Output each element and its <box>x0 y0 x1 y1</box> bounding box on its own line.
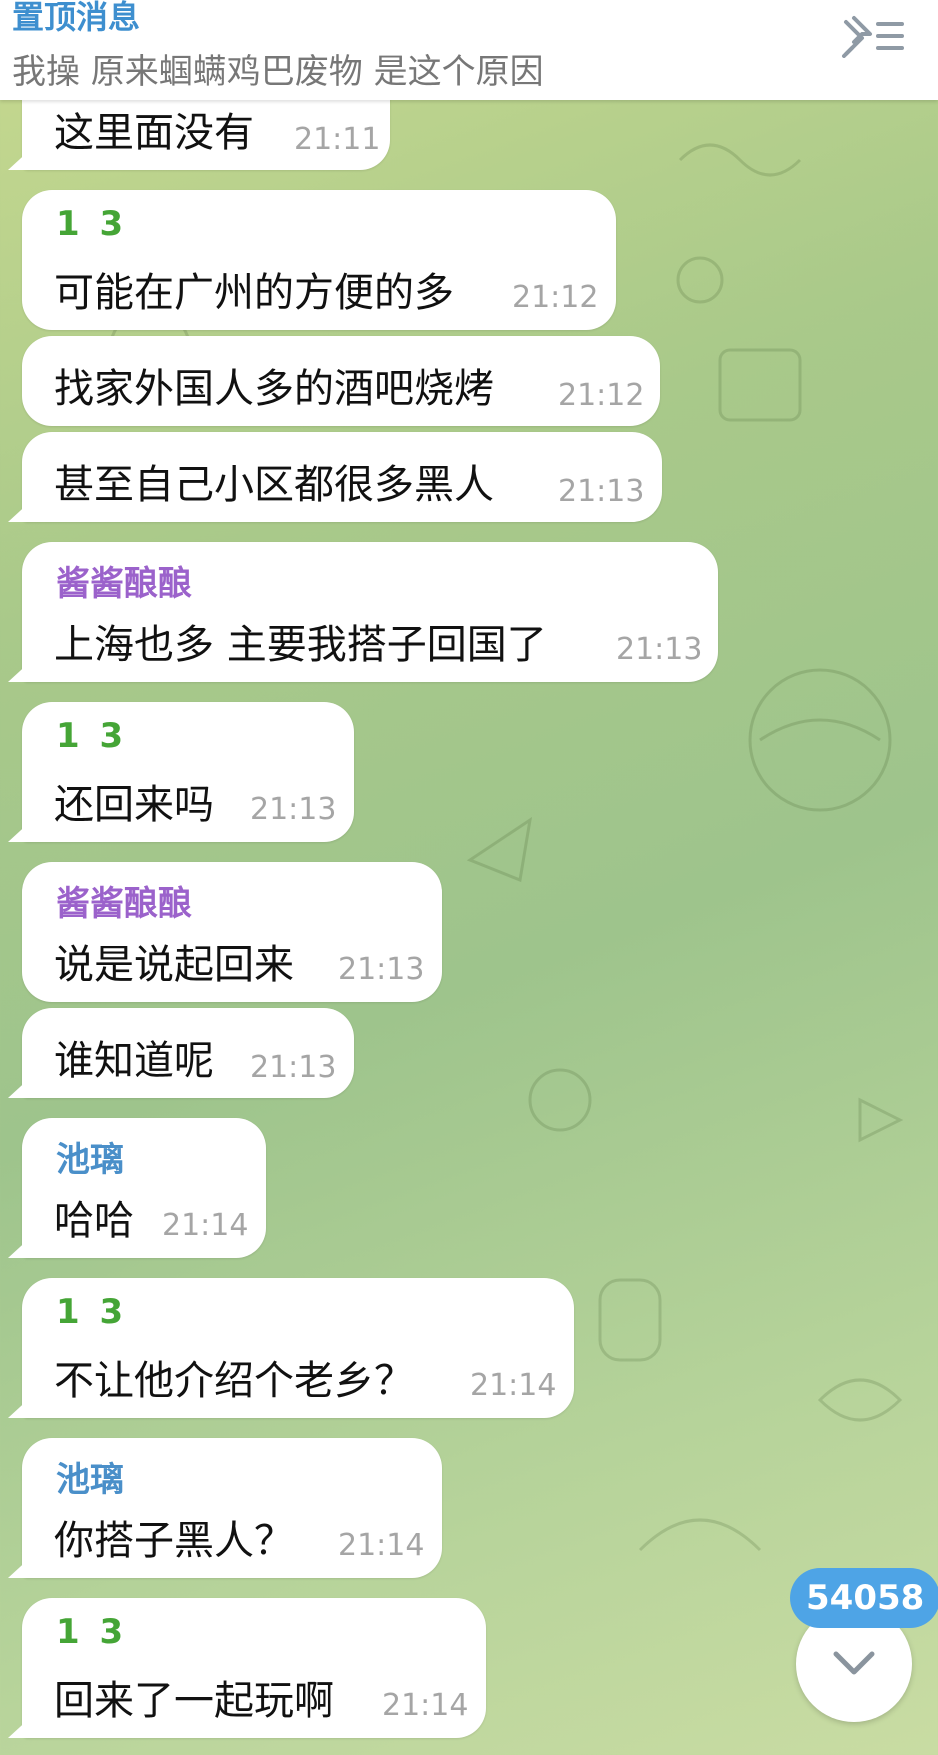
message-sender[interactable]: 1 3 <box>56 1612 127 1652</box>
message-text: 说是说起回来 <box>54 942 294 988</box>
message-text: 找家外国人多的酒吧烧烤 <box>54 366 494 412</box>
message-sender[interactable]: 1 3 <box>56 204 127 244</box>
pinned-message-text: 我操 原来蝈螨鸡巴废物 是这个原因 <box>12 52 544 92</box>
message-sender[interactable]: 酱酱酿酿 <box>56 556 192 605</box>
message-bubble[interactable]: 池璃 哈哈 21:14 <box>22 1118 266 1258</box>
unread-count-badge[interactable]: 54058 <box>790 1568 938 1628</box>
message-sender[interactable]: 池璃 <box>56 1452 124 1501</box>
message-time: 21:13 <box>558 474 645 509</box>
chevron-down-icon <box>833 1651 875 1675</box>
message-bubble[interactable]: 1 3 不让他介绍个老乡？ 21:14 <box>22 1278 574 1418</box>
message-bubble[interactable]: 谁知道呢 21:13 <box>22 1008 354 1098</box>
message-sender[interactable]: 池璃 <box>56 1132 124 1181</box>
message-time: 21:13 <box>250 792 337 827</box>
message-bubble[interactable]: 找家外国人多的酒吧烧烤 21:12 <box>22 336 660 426</box>
message-sender[interactable]: 酱酱酿酿 <box>56 876 192 925</box>
message-text: 你搭子黑人？ <box>54 1518 294 1564</box>
message-text: 哈哈 <box>54 1198 134 1244</box>
message-time: 21:14 <box>382 1688 469 1723</box>
message-text: 上海也多 主要我搭子回国了 <box>54 622 547 668</box>
pinned-title: 置顶消息 <box>12 0 141 36</box>
message-bubble[interactable]: 酱酱酿酿 说是说起回来 21:13 <box>22 862 442 1002</box>
message-text: 谁知道呢 <box>54 1038 214 1084</box>
message-time: 21:12 <box>512 280 599 315</box>
message-bubble[interactable]: 酱酱酿酿 上海也多 主要我搭子回国了 21:13 <box>22 542 718 682</box>
message-text: 这里面没有 <box>54 110 254 156</box>
message-bubble[interactable]: 1 3 还回来吗 21:13 <box>22 702 354 842</box>
message-time: 21:14 <box>162 1208 249 1243</box>
message-text: 可能在广州的方便的多 <box>54 270 454 316</box>
pin-list-icon[interactable] <box>834 14 906 58</box>
message-sender[interactable]: 1 3 <box>56 716 127 756</box>
message-time: 21:12 <box>558 378 645 413</box>
pinned-message-bar[interactable]: 置顶消息 我操 原来蝈螨鸡巴废物 是这个原因 <box>0 0 938 100</box>
message-bubble[interactable]: 1 3 可能在广州的方便的多 21:12 <box>22 190 616 330</box>
message-time: 21:11 <box>294 122 381 157</box>
message-time: 21:14 <box>338 1528 425 1563</box>
message-bubble[interactable]: 甚至自己小区都很多黑人 21:13 <box>22 432 662 522</box>
message-bubble[interactable]: 池璃 你搭子黑人？ 21:14 <box>22 1438 442 1578</box>
message-sender[interactable]: 1 3 <box>56 1292 127 1332</box>
message-text: 不让他介绍个老乡？ <box>54 1358 414 1404</box>
message-text: 回来了一起玩啊 <box>54 1678 334 1724</box>
message-bubble[interactable]: 1 3 回来了一起玩啊 21:14 <box>22 1598 486 1738</box>
message-time: 21:13 <box>250 1050 337 1085</box>
message-text: 甚至自己小区都很多黑人 <box>54 462 494 508</box>
message-time: 21:13 <box>616 632 703 667</box>
message-text: 还回来吗 <box>54 782 214 828</box>
message-time: 21:14 <box>470 1368 557 1403</box>
message-time: 21:13 <box>338 952 425 987</box>
